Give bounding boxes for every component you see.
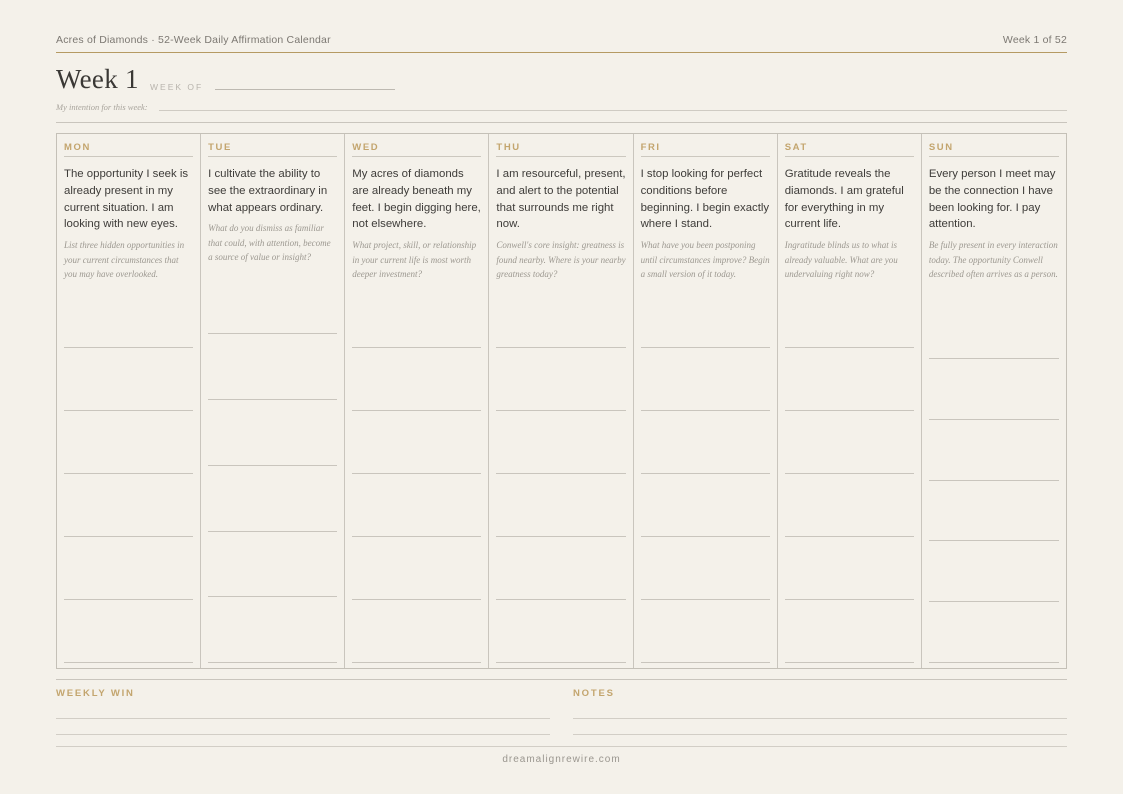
journal-prompt: List three hidden opportunities in your … (64, 240, 185, 280)
day-name: FRI (640, 142, 770, 157)
writing-line[interactable] (928, 662, 1059, 663)
writing-line[interactable] (640, 662, 770, 663)
bottom-divider (56, 679, 1067, 680)
daily-affirmation: Gratitude reveals the diamonds. I am gra… (784, 168, 904, 231)
week-of-field[interactable] (215, 89, 395, 90)
intention-label: My intention for this week: (56, 102, 148, 112)
day-column-sun: SUN Every person I meet may be the conne… (922, 134, 1066, 668)
day-name: THU (496, 142, 626, 157)
daily-affirmation: I am resourceful, present, and alert to … (496, 168, 626, 231)
writing-line[interactable] (352, 599, 482, 600)
journal-prompt: Conwell's core insight: greatness is fou… (496, 240, 626, 280)
writing-line[interactable] (496, 473, 626, 474)
week-counter: Week 1 of 52 (1002, 34, 1067, 46)
writing-line[interactable] (928, 419, 1059, 420)
footer-website: dreamalignrewire.com (502, 754, 621, 765)
writing-line[interactable] (784, 473, 914, 474)
writing-line[interactable] (928, 358, 1059, 359)
writing-line[interactable] (784, 410, 914, 411)
writing-line[interactable] (640, 347, 770, 348)
writing-line[interactable] (208, 399, 338, 400)
writing-line[interactable] (352, 347, 482, 348)
top-header: Acres of Diamonds · 52-Week Daily Affirm… (56, 33, 1067, 47)
notes-line[interactable] (573, 718, 1067, 719)
daily-affirmation: My acres of diamonds are already beneath… (352, 168, 481, 231)
weekly-win-label: WEEKLY WIN (56, 688, 135, 699)
notes-label: NOTES (573, 688, 615, 699)
journal-prompt: What do you dismiss as familiar that cou… (208, 223, 331, 263)
journal-prompt: What have you been postponing until circ… (640, 240, 770, 280)
day-name: TUE (208, 142, 338, 157)
journal-prompt: Be fully present in every interaction to… (928, 240, 1058, 280)
weekly-win-line[interactable] (56, 718, 550, 719)
week-title: Week 1 (56, 64, 139, 94)
writing-line[interactable] (640, 536, 770, 537)
day-column-thu: THU I am resourceful, present, and alert… (489, 134, 634, 668)
intention-field[interactable] (159, 110, 1067, 111)
writing-line[interactable] (496, 599, 626, 600)
day-column-sat: SAT Gratitude reveals the diamonds. I am… (778, 134, 922, 668)
journal-prompt: What project, skill, or relationship in … (352, 240, 477, 280)
journal-prompt: Ingratitude blinds us to what is already… (784, 240, 898, 280)
writing-line[interactable] (352, 473, 482, 474)
writing-line[interactable] (64, 347, 194, 348)
writing-line[interactable] (208, 531, 338, 532)
day-name: MON (64, 142, 194, 157)
writing-line[interactable] (496, 536, 626, 537)
writing-line[interactable] (208, 596, 338, 597)
writing-line[interactable] (208, 465, 338, 466)
writing-line[interactable] (784, 347, 914, 348)
notes-line[interactable] (573, 734, 1067, 735)
writing-line[interactable] (64, 662, 194, 663)
day-name: SAT (784, 142, 914, 157)
daily-affirmation: Every person I meet may be the connectio… (928, 168, 1056, 231)
day-column-wed: WED My acres of diamonds are already ben… (345, 134, 490, 668)
writing-line[interactable] (640, 599, 770, 600)
week-row: Week 1 WEEK OF (56, 64, 1067, 100)
writing-line[interactable] (928, 480, 1059, 481)
writing-line[interactable] (784, 536, 914, 537)
writing-line[interactable] (208, 662, 338, 663)
calendar-page: Acres of Diamonds · 52-Week Daily Affirm… (56, 0, 1067, 794)
weekly-win-line[interactable] (56, 734, 550, 735)
day-name: WED (352, 142, 482, 157)
writing-line[interactable] (640, 473, 770, 474)
writing-line[interactable] (928, 540, 1059, 541)
writing-line[interactable] (64, 473, 194, 474)
day-column-fri: FRI I stop looking for perfect condition… (634, 134, 778, 668)
day-column-mon: MON The opportunity I seek is already pr… (57, 134, 202, 668)
writing-line[interactable] (784, 662, 914, 663)
document-title: Acres of Diamonds · 52-Week Daily Affirm… (56, 34, 331, 46)
day-name: SUN (928, 142, 1059, 157)
writing-line[interactable] (784, 599, 914, 600)
writing-line[interactable] (64, 536, 194, 537)
daily-affirmation: I cultivate the ability to see the extra… (208, 168, 328, 214)
week-grid: MON The opportunity I seek is already pr… (56, 133, 1067, 669)
writing-line[interactable] (352, 410, 482, 411)
header-divider (56, 52, 1067, 53)
day-column-tue: TUE I cultivate the ability to see the e… (201, 134, 346, 668)
writing-line[interactable] (64, 410, 194, 411)
writing-line[interactable] (352, 662, 482, 663)
writing-line[interactable] (208, 333, 338, 334)
daily-affirmation: I stop looking for perfect conditions be… (640, 168, 770, 231)
writing-line[interactable] (496, 410, 626, 411)
footer-divider (56, 746, 1067, 747)
writing-line[interactable] (496, 662, 626, 663)
writing-line[interactable] (928, 601, 1059, 602)
writing-line[interactable] (352, 536, 482, 537)
daily-affirmation: The opportunity I seek is already presen… (64, 168, 189, 231)
writing-line[interactable] (640, 410, 770, 411)
writing-line[interactable] (64, 599, 194, 600)
writing-line[interactable] (496, 347, 626, 348)
section-divider (56, 122, 1067, 123)
intention-row: My intention for this week: (56, 102, 1067, 116)
week-of-label: WEEK OF (150, 82, 204, 92)
